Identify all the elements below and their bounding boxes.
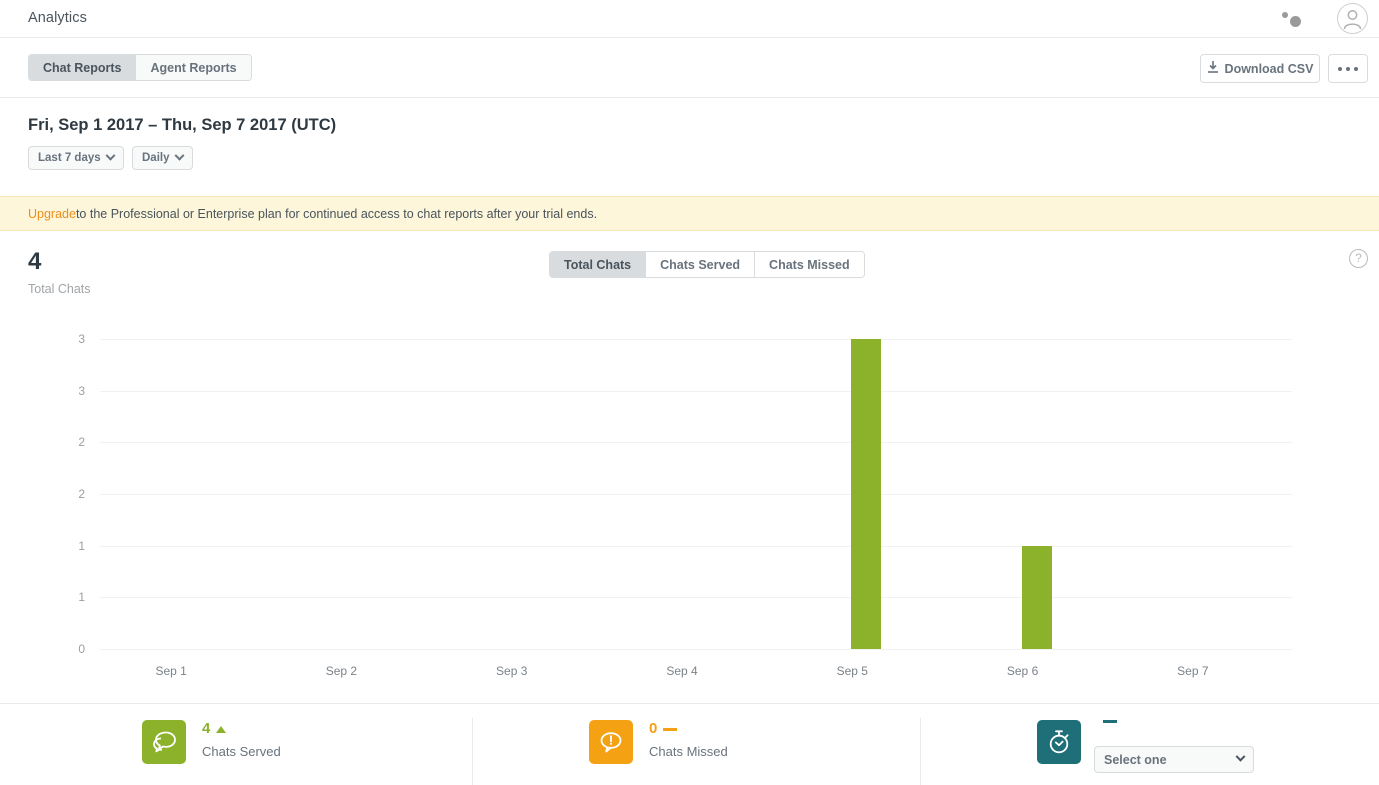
gridline bbox=[100, 649, 1292, 650]
x-axis-tick: Sep 4 bbox=[666, 664, 697, 678]
total-chats-caption: Total Chats bbox=[28, 282, 91, 296]
kpi-divider bbox=[920, 718, 921, 785]
download-icon bbox=[1207, 61, 1219, 77]
tab-row: Chat Reports Agent Reports bbox=[0, 38, 1379, 98]
chevron-down-icon bbox=[105, 150, 115, 160]
dot-3 bbox=[1354, 67, 1358, 71]
kpi-body bbox=[1097, 720, 1117, 723]
interval-picker[interactable]: Daily bbox=[132, 146, 193, 170]
kpi-chats-missed[interactable]: 0 Chats Missed bbox=[589, 720, 728, 764]
gridline bbox=[100, 442, 1292, 443]
upgrade-banner-text: to the Professional or Enterprise plan f… bbox=[76, 207, 597, 221]
report-type-tabs: Chat Reports Agent Reports bbox=[28, 54, 252, 81]
kpi-chats-served[interactable]: 4 Chats Served bbox=[142, 720, 281, 764]
help-question-icon[interactable]: ? bbox=[1349, 249, 1368, 268]
total-chats-value: 4 bbox=[28, 250, 41, 274]
chevron-down-icon bbox=[174, 150, 184, 160]
more-options-button[interactable] bbox=[1328, 54, 1368, 83]
kpi-body: 4 Chats Served bbox=[202, 720, 281, 759]
kpi-label: Chats Served bbox=[202, 744, 281, 759]
chart-bar[interactable] bbox=[1022, 546, 1052, 649]
date-header: Fri, Sep 1 2017 – Thu, Sep 7 2017 (UTC) … bbox=[0, 98, 1379, 196]
kpi-value-row bbox=[1097, 720, 1117, 723]
kpi-value: 4 bbox=[202, 720, 210, 738]
bar-chart-plot bbox=[100, 339, 1292, 649]
dot-1 bbox=[1338, 67, 1342, 71]
status-dots-icon[interactable] bbox=[1279, 11, 1309, 29]
upgrade-link[interactable]: Upgrade bbox=[28, 207, 76, 221]
y-axis-tick: 3 bbox=[45, 332, 85, 346]
x-axis-tick: Sep 2 bbox=[326, 664, 357, 678]
top-bar: Analytics bbox=[0, 0, 1379, 38]
status-dot-small bbox=[1282, 12, 1288, 18]
trend-flat-icon bbox=[1103, 720, 1117, 723]
y-axis-tick: 0 bbox=[45, 642, 85, 656]
kpi-label: Chats Missed bbox=[649, 744, 728, 759]
y-axis-tick: 3 bbox=[45, 384, 85, 398]
download-csv-button[interactable]: Download CSV bbox=[1200, 54, 1320, 83]
x-axis-tick: Sep 5 bbox=[837, 664, 868, 678]
x-axis-tick: Sep 3 bbox=[496, 664, 527, 678]
select-one-label: Select one bbox=[1104, 753, 1167, 767]
date-range-picker-label: Last 7 days bbox=[38, 152, 101, 164]
trend-flat-icon bbox=[663, 728, 677, 731]
x-axis-tick: Sep 7 bbox=[1177, 664, 1208, 678]
tab-chats-served[interactable]: Chats Served bbox=[646, 252, 755, 277]
upgrade-banner: Upgrade to the Professional or Enterpris… bbox=[0, 196, 1379, 231]
x-axis-tick: Sep 6 bbox=[1007, 664, 1038, 678]
interval-picker-label: Daily bbox=[142, 152, 170, 164]
date-range-title: Fri, Sep 1 2017 – Thu, Sep 7 2017 (UTC) bbox=[28, 116, 336, 135]
tab-total-chats[interactable]: Total Chats bbox=[550, 252, 646, 277]
stopwatch-icon bbox=[1037, 720, 1081, 764]
y-axis-tick: 1 bbox=[45, 539, 85, 553]
tab-agent-reports[interactable]: Agent Reports bbox=[136, 55, 250, 80]
gridline bbox=[100, 339, 1292, 340]
y-axis-tick: 2 bbox=[45, 435, 85, 449]
gridline bbox=[100, 494, 1292, 495]
chat-alert-icon bbox=[589, 720, 633, 764]
kpi-divider bbox=[472, 718, 473, 785]
gridline bbox=[100, 546, 1292, 547]
chart-bar[interactable] bbox=[851, 339, 881, 649]
trend-up-icon bbox=[216, 726, 226, 733]
gridline bbox=[100, 597, 1292, 598]
gridline bbox=[100, 391, 1292, 392]
kpi-value-row: 4 bbox=[202, 720, 281, 738]
status-dot-large bbox=[1290, 16, 1301, 27]
metric-tabs: Total Chats Chats Served Chats Missed bbox=[549, 251, 865, 278]
x-axis-tick: Sep 1 bbox=[155, 664, 186, 678]
chat-bubble-icon bbox=[142, 720, 186, 764]
page-title: Analytics bbox=[28, 10, 87, 26]
tab-chat-reports[interactable]: Chat Reports bbox=[29, 55, 136, 80]
y-axis-tick: 1 bbox=[45, 590, 85, 604]
kpi-value: 0 bbox=[649, 720, 657, 738]
download-csv-label: Download CSV bbox=[1225, 62, 1314, 76]
y-axis-tick: 2 bbox=[45, 487, 85, 501]
kpi-body: 0 Chats Missed bbox=[649, 720, 728, 759]
chevron-down-icon bbox=[1236, 752, 1246, 762]
date-range-picker[interactable]: Last 7 days bbox=[28, 146, 124, 170]
select-one-dropdown[interactable]: Select one bbox=[1094, 746, 1254, 773]
tab-chats-missed[interactable]: Chats Missed bbox=[755, 252, 864, 277]
dot-2 bbox=[1346, 67, 1350, 71]
kpi-value-row: 0 bbox=[649, 720, 728, 738]
user-avatar-icon[interactable] bbox=[1337, 3, 1368, 34]
